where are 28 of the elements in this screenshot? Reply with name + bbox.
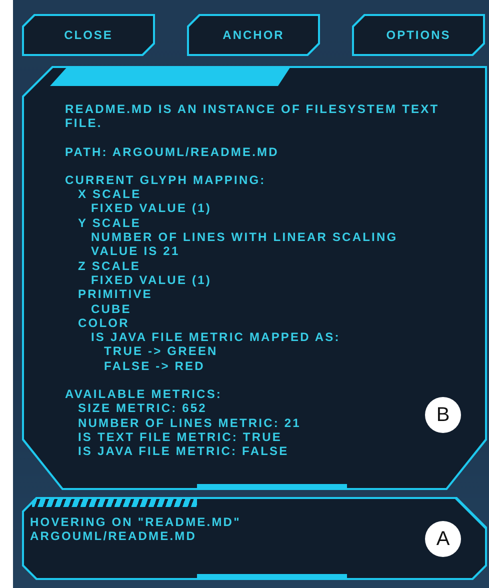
info-line: CUBE: [91, 302, 132, 316]
info-line: IS JAVA FILE METRIC MAPPED AS:: [91, 330, 340, 344]
toolbar-button[interactable]: ANCHOR: [187, 14, 320, 56]
callout-marker: B: [425, 397, 461, 433]
info-line: TRUE -> GREEN: [104, 344, 218, 359]
info-line: NUMBER OF LINES WITH LINEAR SCALING: [91, 230, 398, 244]
info-line: PRIMITIVE: [78, 287, 152, 302]
info-line: FIXED VALUE (1): [91, 201, 212, 216]
info-line: VALUE IS 21: [91, 244, 180, 259]
info-line: NUMBER OF LINES METRIC: 21: [78, 416, 301, 430]
description-text: README.MD IS AN INSTANCE OF FILESYSTEM TEXT FILE.: [65, 102, 440, 131]
info-line: COLOR: [78, 316, 130, 330]
toolbar-button[interactable]: OPTIONS: [352, 14, 485, 56]
callout-marker: A: [425, 521, 461, 557]
path-text: PATH: ARGOUML/README.MD: [65, 144, 279, 159]
info-line: Y SCALE: [78, 216, 141, 230]
section-heading: CURRENT GLYPH MAPPING:: [65, 172, 266, 188]
status-line: HOVERING ON "README.MD": [30, 515, 241, 530]
status-line: ARGOUML/README.MD: [30, 529, 197, 544]
info-line: FALSE -> RED: [104, 358, 205, 374]
info-line: IS TEXT FILE METRIC: TRUE: [78, 430, 282, 444]
info-line: SIZE METRIC: 652: [78, 401, 207, 416]
section-heading: AVAILABLE METRICS:: [65, 387, 222, 402]
info-line: X SCALE: [78, 187, 142, 202]
info-line: FIXED VALUE (1): [91, 272, 212, 288]
toolbar-button[interactable]: CLOSE: [22, 14, 155, 56]
info-line: IS JAVA FILE METRIC: FALSE: [78, 444, 289, 459]
info-line: Z SCALE: [78, 258, 141, 273]
